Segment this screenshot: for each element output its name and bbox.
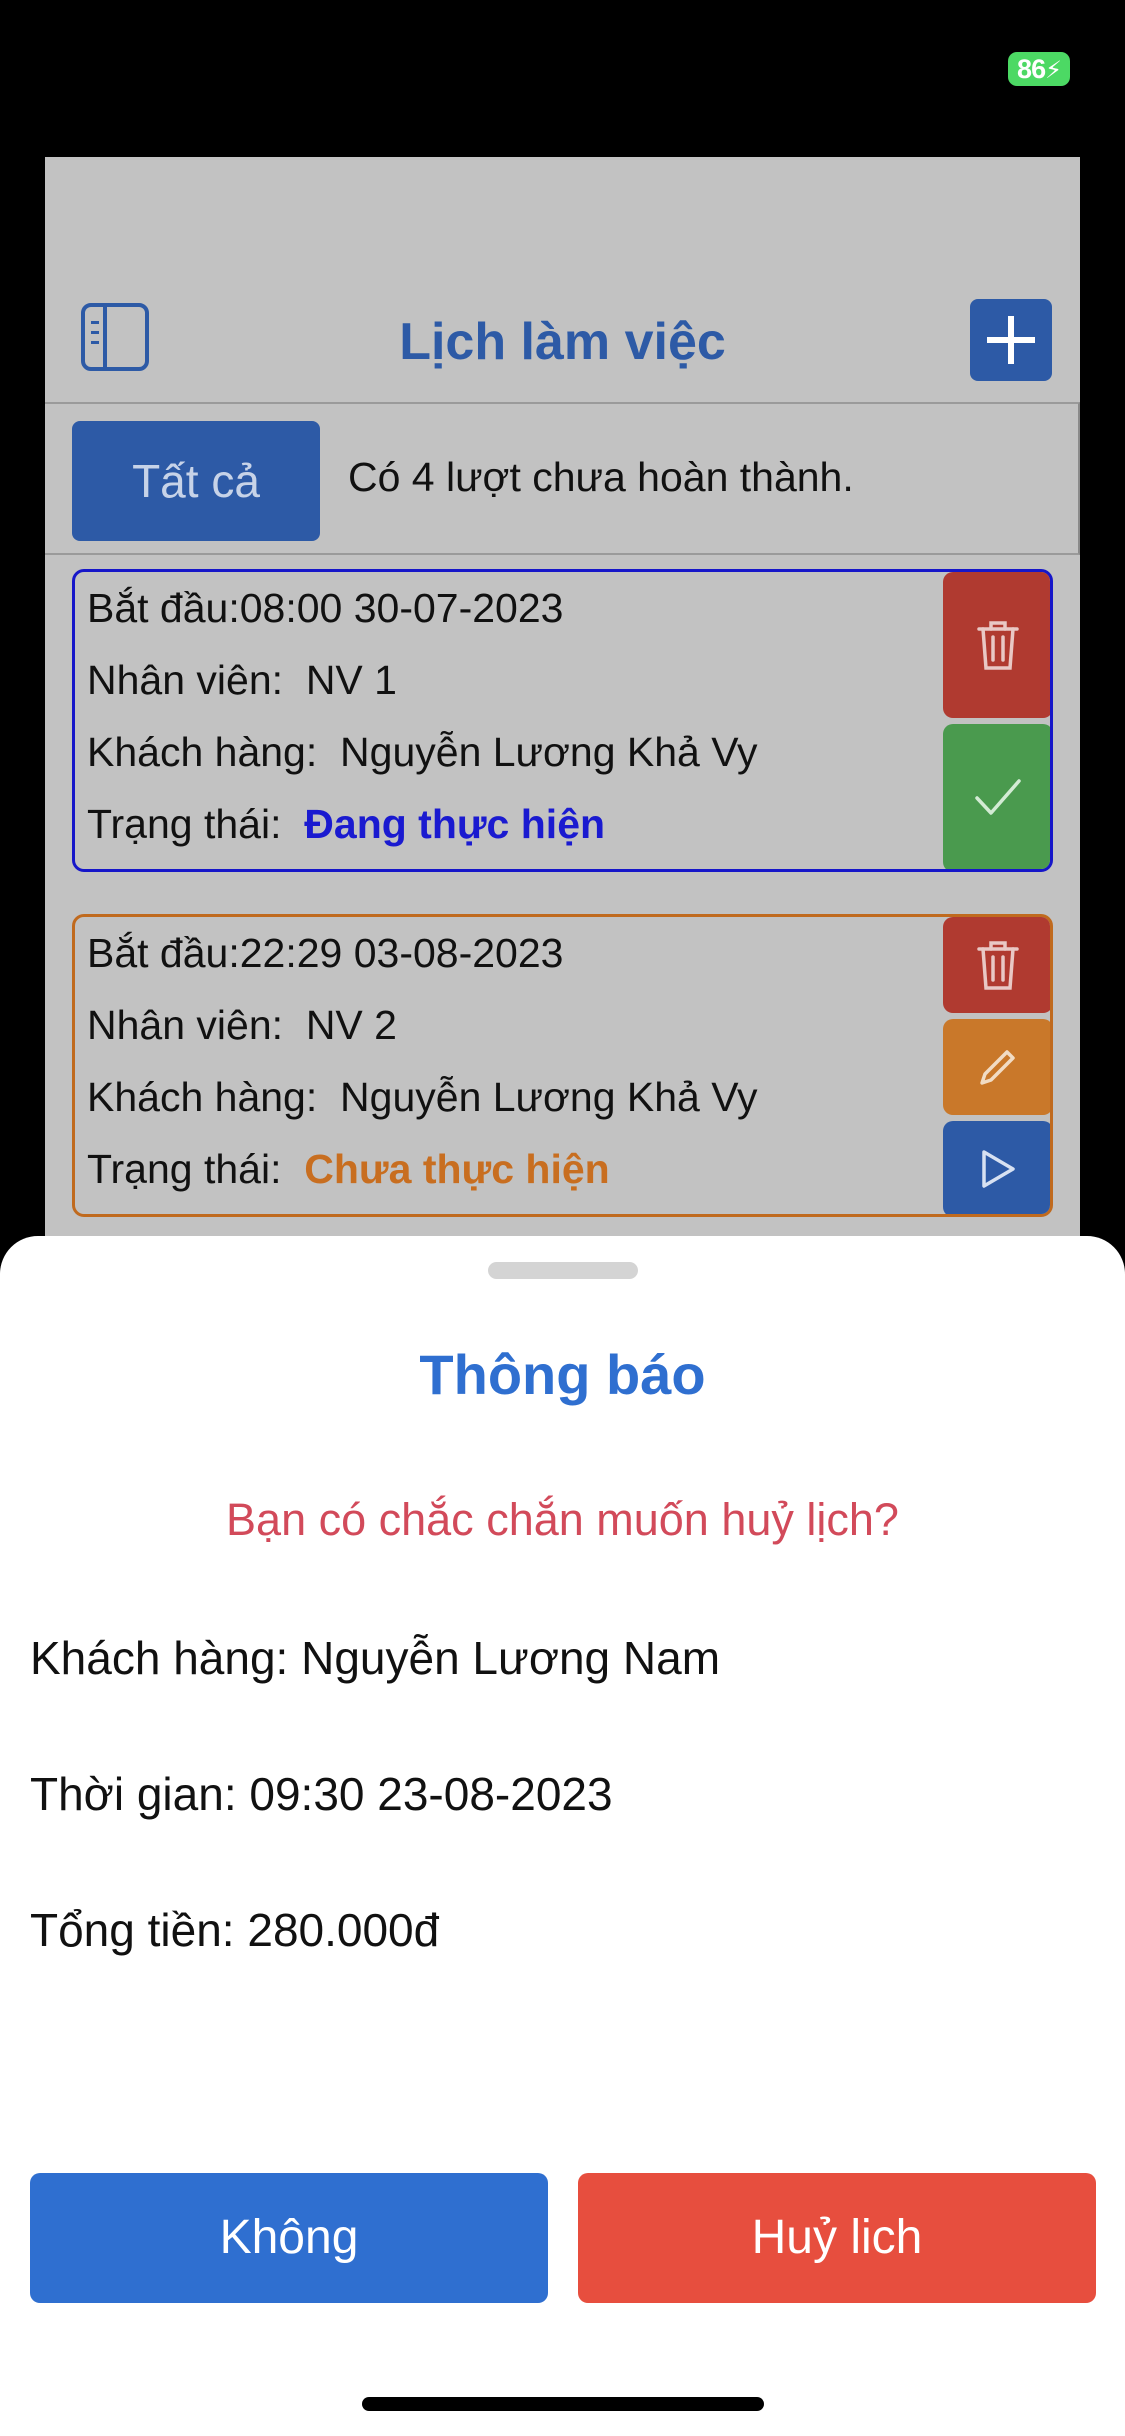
start-value: 22:29 03-08-2023 <box>239 930 564 976</box>
confirm-cancel-sheet: Thông báo Bạn có chắc chắn muốn huỷ lịch… <box>0 1236 1125 2436</box>
customer-label: Khách hàng: <box>87 1074 318 1120</box>
confirm-question: Bạn có chắc chắn muốn huỷ lịch? <box>226 1494 899 1545</box>
navigation-bar: Lịch làm việc <box>45 157 1080 402</box>
add-schedule-button[interactable] <box>970 299 1052 381</box>
customer-row: Khách hàng: Nguyễn Lương Khả Vy <box>87 729 758 776</box>
staff-label: Nhân viên: <box>87 1002 284 1048</box>
staff-label: Nhân viên: <box>87 657 284 703</box>
filter-all-button[interactable]: Tất cả <box>72 421 320 541</box>
customer-label: Khách hàng: <box>87 729 318 775</box>
status-label: Trạng thái: <box>87 1146 282 1192</box>
battery-indicator: 86⚡ <box>1008 52 1070 86</box>
delete-button[interactable] <box>943 572 1050 718</box>
status-value: Đang thực hiện <box>304 801 606 847</box>
home-indicator[interactable] <box>362 2397 764 2411</box>
status-label: Trạng thái: <box>87 801 282 847</box>
complete-button[interactable] <box>943 724 1050 869</box>
battery-percent: 86 <box>1017 54 1046 84</box>
start-button[interactable] <box>943 1121 1050 1214</box>
status-row: Trạng thái: Chưa thực hiện <box>87 1146 610 1193</box>
staff-value: NV 2 <box>305 1002 397 1048</box>
check-icon <box>975 779 1021 815</box>
schedule-card[interactable]: Bắt đầu:22:29 03-08-2023 Nhân viên: NV 2… <box>72 914 1053 1217</box>
play-icon <box>982 1150 1015 1188</box>
trash-icon <box>977 941 1019 990</box>
staff-value: NV 1 <box>305 657 397 703</box>
time-info: Thời gian: 09:30 23-08-2023 <box>30 1768 613 1820</box>
schedule-screen: Lịch làm việc Tất cả Có 4 lượt chưa hoàn… <box>45 157 1080 1307</box>
staff-row: Nhân viên: NV 1 <box>87 657 397 704</box>
status-value: Chưa thực hiện <box>304 1146 610 1192</box>
sheet-grabber[interactable] <box>488 1262 638 1279</box>
total-info: Tổng tiền: 280.000đ <box>30 1904 440 1956</box>
start-value: 08:00 30-07-2023 <box>239 585 564 631</box>
start-row: Bắt đầu:22:29 03-08-2023 <box>87 930 563 977</box>
customer-value: Nguyễn Lương Khả Vy <box>340 729 758 775</box>
cancel-button[interactable]: Không <box>30 2173 548 2303</box>
edit-button[interactable] <box>943 1019 1050 1115</box>
charging-bolt-icon: ⚡ <box>1045 57 1062 84</box>
staff-row: Nhân viên: NV 2 <box>87 1002 397 1049</box>
page-title: Lịch làm việc <box>399 313 726 371</box>
pencil-icon <box>980 1050 1015 1085</box>
start-row: Bắt đầu:08:00 30-07-2023 <box>87 585 563 632</box>
start-label: Bắt đầu: <box>87 930 240 976</box>
customer-info: Khách hàng: Nguyễn Lương Nam <box>30 1632 721 1684</box>
status-bar: 86⚡ <box>0 0 1125 150</box>
delete-button[interactable] <box>943 917 1050 1013</box>
pending-summary: Có 4 lượt chưa hoàn thành. <box>348 454 854 500</box>
customer-row: Khách hàng: Nguyễn Lương Khả Vy <box>87 1074 758 1121</box>
filter-bar: Tất cả Có 4 lượt chưa hoàn thành. <box>45 402 1080 555</box>
trash-icon <box>977 621 1019 670</box>
customer-value: Nguyễn Lương Khả Vy <box>340 1074 758 1120</box>
start-label: Bắt đầu: <box>87 585 240 631</box>
status-row: Trạng thái: Đang thực hiện <box>87 801 605 848</box>
sheet-title: Thông báo <box>419 1343 706 1406</box>
schedule-card[interactable]: Bắt đầu:08:00 30-07-2023 Nhân viên: NV 1… <box>72 569 1053 872</box>
confirm-cancel-button[interactable]: Huỷ lich <box>578 2173 1096 2303</box>
